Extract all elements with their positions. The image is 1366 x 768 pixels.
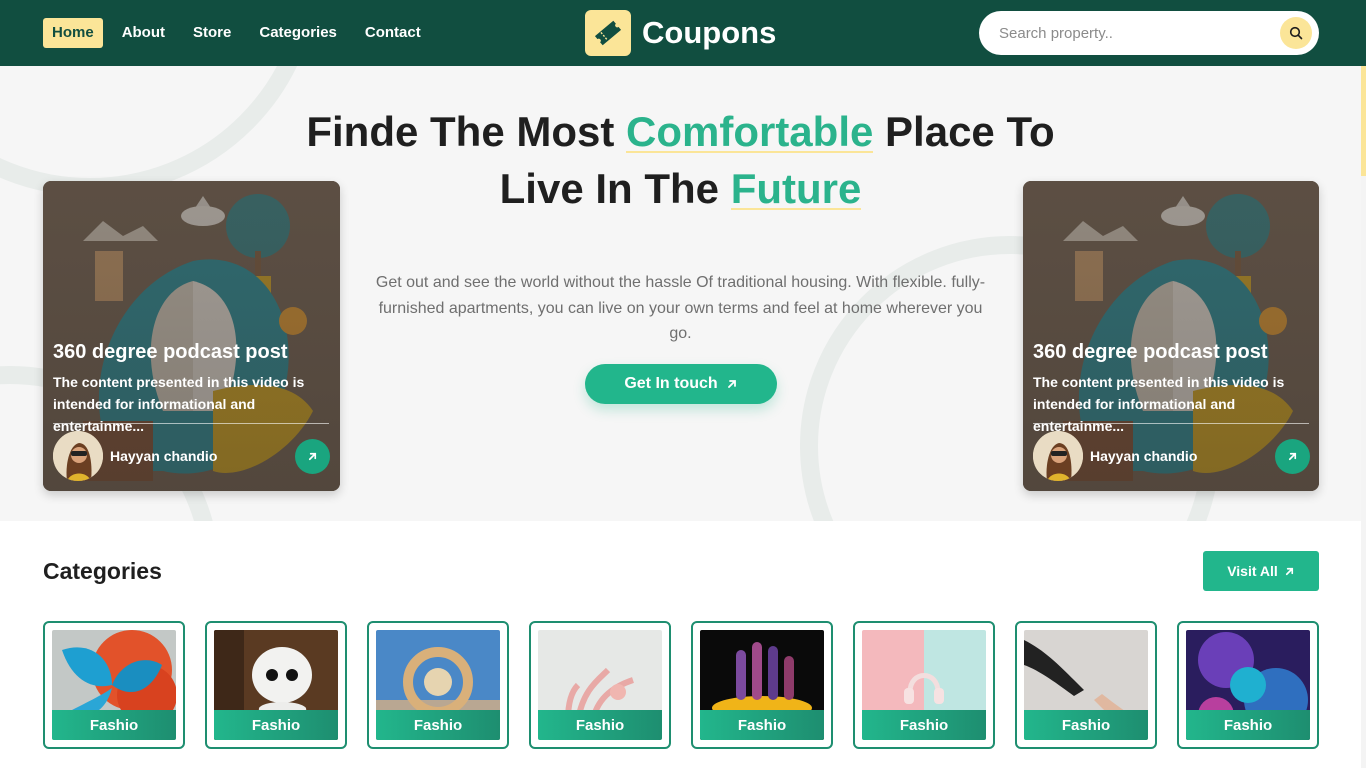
hero-section: Finde The Most Comfortable Place To Live… — [0, 66, 1361, 521]
scrollbar-thumb[interactable] — [1361, 66, 1366, 176]
hero-title: Finde The Most Comfortable Place To Live… — [200, 103, 1161, 217]
search-icon — [1289, 26, 1303, 40]
category-image: Fashio — [862, 630, 986, 740]
category-label: Fashio — [700, 710, 824, 740]
get-in-touch-button[interactable]: Get In touch — [585, 364, 777, 404]
category-label: Fashio — [214, 710, 338, 740]
nav-item-store[interactable]: Store — [184, 18, 240, 48]
category-card[interactable]: Fashio — [205, 621, 347, 749]
category-card[interactable]: Fashio — [43, 621, 185, 749]
card-title: 360 degree podcast post — [53, 341, 288, 363]
hero-description: Get out and see the world without the ha… — [375, 274, 986, 342]
logo-text: Coupons — [642, 15, 777, 50]
category-card[interactable]: Fashio — [1015, 621, 1157, 749]
category-image: Fashio — [214, 630, 338, 740]
arrow-up-right-icon — [1288, 452, 1297, 461]
card-author: Hayyan chandio — [1090, 448, 1198, 464]
category-label: Fashio — [538, 710, 662, 740]
category-image: Fashio — [1186, 630, 1310, 740]
category-label: Fashio — [1186, 710, 1310, 740]
hero-title-text: Finde The Most — [306, 108, 626, 155]
visit-all-label: Visit All — [1227, 563, 1278, 579]
category-card[interactable]: Fashio — [529, 621, 671, 749]
card-arrow-button[interactable] — [1275, 439, 1310, 474]
card-description: The content presented in this video is i… — [53, 374, 305, 434]
card-divider — [53, 423, 329, 424]
card-divider — [1033, 423, 1309, 424]
ticket-icon — [585, 10, 631, 56]
card-title: 360 degree podcast post — [1033, 341, 1268, 363]
category-card[interactable]: Fashio — [691, 621, 833, 749]
search-input[interactable] — [999, 23, 1269, 43]
arrow-up-right-icon — [727, 380, 736, 388]
card-author: Hayyan chandio — [110, 448, 218, 464]
category-label: Fashio — [862, 710, 986, 740]
category-label: Fashio — [376, 710, 500, 740]
category-card[interactable]: Fashio — [367, 621, 509, 749]
category-image: Fashio — [1024, 630, 1148, 740]
main-nav: Home About Store Categories Contact — [43, 18, 440, 48]
category-card[interactable]: Fashio — [853, 621, 995, 749]
card-description: The content presented in this video is i… — [1033, 374, 1285, 434]
search-bar — [979, 11, 1319, 55]
avatar — [53, 431, 103, 481]
arrow-up-right-icon — [1285, 567, 1293, 575]
category-label: Fashio — [1024, 710, 1148, 740]
visit-all-button[interactable]: Visit All — [1203, 551, 1319, 591]
nav-item-contact[interactable]: Contact — [356, 18, 430, 48]
podcast-card[interactable]: 360 degree podcast post The content pres… — [1023, 181, 1319, 491]
card-arrow-button[interactable] — [295, 439, 330, 474]
top-header: Home About Store Categories Contact Coup… — [0, 0, 1366, 66]
category-image: Fashio — [538, 630, 662, 740]
category-image: Fashio — [700, 630, 824, 740]
hero-title-highlight: Comfortable — [626, 108, 874, 155]
nav-item-categories[interactable]: Categories — [250, 18, 346, 48]
cta-label: Get In touch — [624, 375, 718, 392]
arrow-up-right-icon — [308, 452, 317, 461]
category-card[interactable]: Fashio — [1177, 621, 1319, 749]
category-image: Fashio — [52, 630, 176, 740]
avatar — [1033, 431, 1083, 481]
nav-item-home[interactable]: Home — [43, 18, 103, 48]
search-button[interactable] — [1280, 17, 1312, 49]
nav-item-about[interactable]: About — [113, 18, 174, 48]
hero-title-text: Place To — [873, 108, 1055, 155]
hero-title-text: Live In The — [499, 165, 731, 212]
podcast-card[interactable]: 360 degree podcast post The content pres… — [43, 181, 340, 491]
hero-title-highlight: Future — [730, 165, 862, 212]
category-image: Fashio — [376, 630, 500, 740]
site-logo[interactable]: Coupons — [585, 10, 776, 56]
categories-heading: Categories — [43, 558, 162, 584]
category-label: Fashio — [52, 710, 176, 740]
